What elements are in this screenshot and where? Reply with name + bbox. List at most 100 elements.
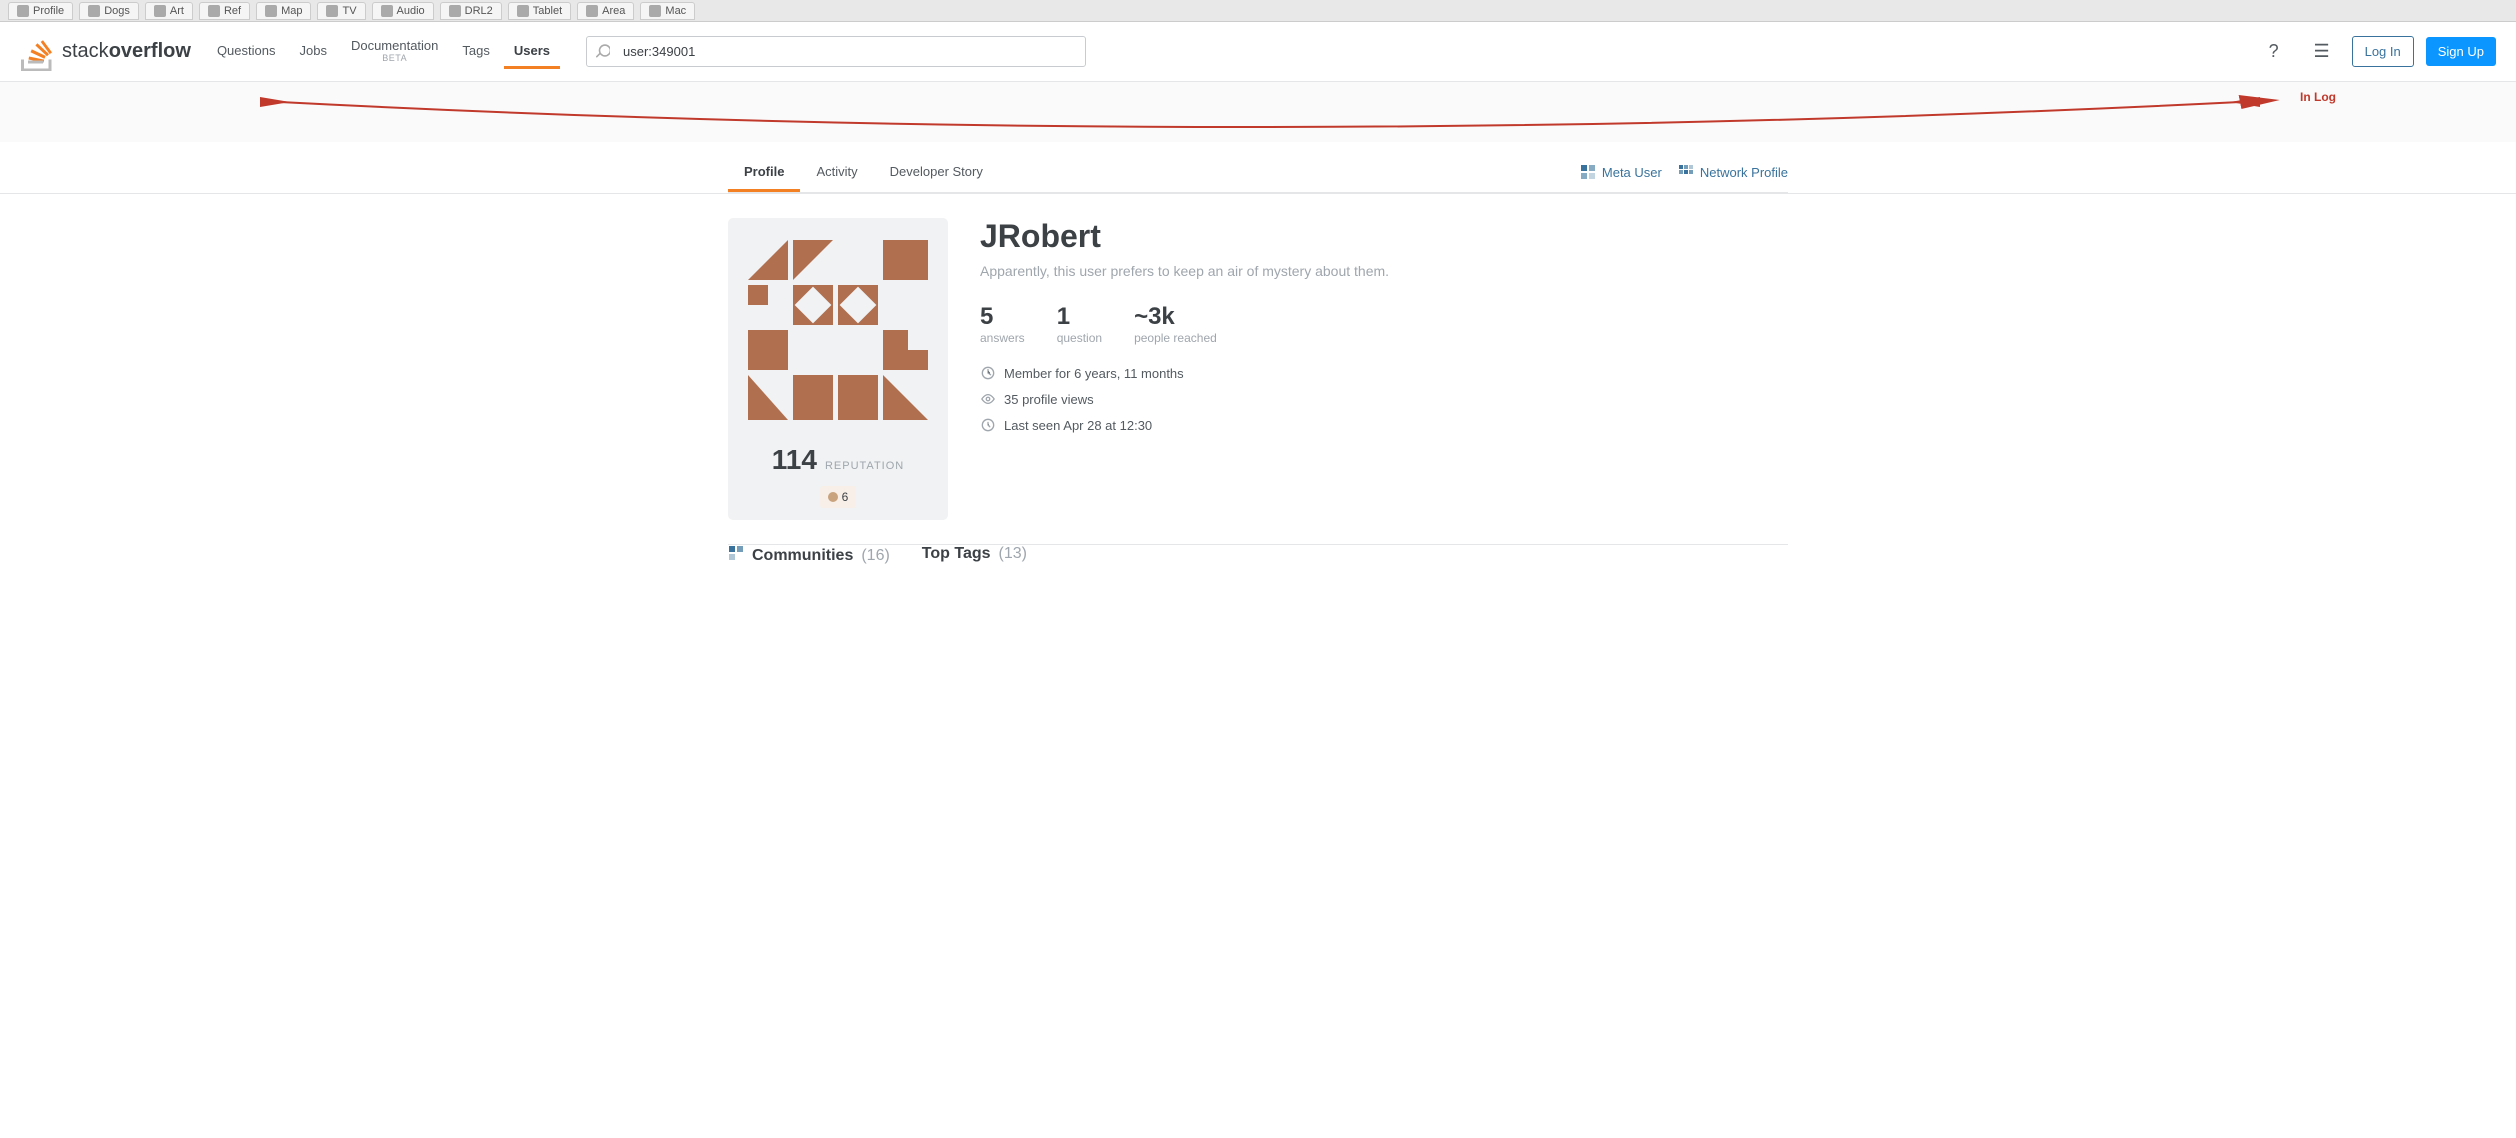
beta-badge: BETA bbox=[382, 53, 407, 63]
browser-tab-ref[interactable]: Ref bbox=[199, 2, 250, 20]
network-profile-icon bbox=[1678, 164, 1694, 180]
profile-main: JRobert Apparently, this user prefers to… bbox=[980, 218, 1788, 520]
communities-title: Communities (16) bbox=[728, 545, 890, 566]
member-since-text: Member for 6 years, 11 months bbox=[1004, 366, 1184, 381]
profile-body: 114 REPUTATION 6 JRobert Apparently, thi… bbox=[728, 194, 1788, 544]
tab-favicon bbox=[649, 5, 661, 17]
tab-favicon bbox=[326, 5, 338, 17]
log-in-button[interactable]: Log In bbox=[2352, 36, 2414, 67]
hamburger-menu-button[interactable]: ☰ bbox=[2304, 34, 2340, 70]
nav-actions: ? ☰ Log In Sign Up bbox=[2256, 34, 2496, 70]
tab-activity[interactable]: Activity bbox=[800, 152, 873, 192]
so-brand-logo[interactable]: stackoverflow bbox=[20, 33, 191, 71]
reputation-label: REPUTATION bbox=[825, 460, 904, 472]
browser-tab-profile[interactable]: Profile bbox=[8, 2, 73, 20]
clock-icon bbox=[980, 365, 996, 381]
people-reached-label: people reached bbox=[1134, 331, 1217, 345]
meta-info: Member for 6 years, 11 months 35 profile… bbox=[980, 365, 1788, 433]
question-mark-icon: ? bbox=[2269, 41, 2279, 62]
eye-icon bbox=[980, 391, 996, 407]
nav-tags[interactable]: Tags bbox=[452, 35, 499, 69]
tab-favicon bbox=[17, 5, 29, 17]
user-avatar bbox=[738, 230, 938, 430]
tab-favicon bbox=[265, 5, 277, 17]
tab-favicon bbox=[88, 5, 100, 17]
user-bio: Apparently, this user prefers to keep an… bbox=[980, 263, 1788, 279]
member-since-row: Member for 6 years, 11 months bbox=[980, 365, 1788, 381]
annotation-area: In Log bbox=[0, 82, 2516, 142]
stat-people-reached: ~3k people reached bbox=[1134, 303, 1217, 345]
profile-links-right: Meta User Network Profile bbox=[1580, 164, 1788, 180]
network-profile-link[interactable]: Network Profile bbox=[1678, 164, 1788, 180]
last-seen-text: Last seen Apr 28 at 12:30 bbox=[1004, 418, 1152, 433]
questions-number: 1 bbox=[1057, 303, 1070, 331]
nav-jobs[interactable]: Jobs bbox=[289, 35, 336, 69]
top-tags-section: Top Tags (13) bbox=[922, 545, 1027, 578]
communities-section: Communities (16) bbox=[728, 545, 890, 578]
tab-favicon bbox=[449, 5, 461, 17]
profile-views-row: 35 profile views bbox=[980, 391, 1788, 407]
profile-sidebar: 114 REPUTATION 6 bbox=[728, 218, 948, 520]
bronze-dot bbox=[828, 492, 838, 502]
so-logo-graphic bbox=[20, 33, 56, 71]
meta-user-link[interactable]: Meta User bbox=[1580, 164, 1662, 180]
stats-row: 5 answers 1 question ~3k people reached bbox=[980, 303, 1788, 345]
meta-user-label: Meta User bbox=[1602, 165, 1662, 180]
nav-users[interactable]: Users bbox=[504, 35, 560, 69]
communities-icon bbox=[728, 545, 744, 566]
network-profile-label: Network Profile bbox=[1700, 165, 1788, 180]
main-navbar: stackoverflow Questions Jobs Documentati… bbox=[0, 22, 2516, 82]
profile-views-text: 35 profile views bbox=[1004, 392, 1094, 407]
tab-favicon bbox=[381, 5, 393, 17]
profile-tabs-row: Profile Activity Developer Story Meta Us… bbox=[728, 142, 1788, 193]
history-icon bbox=[980, 417, 996, 433]
tab-favicon bbox=[586, 5, 598, 17]
tab-favicon bbox=[517, 5, 529, 17]
profile-tabs: Profile Activity Developer Story bbox=[728, 152, 999, 192]
search-input[interactable] bbox=[586, 36, 1086, 67]
bronze-count: 6 bbox=[842, 490, 849, 504]
nav-questions[interactable]: Questions bbox=[207, 35, 286, 69]
bottom-sections: Communities (16) Top Tags (13) bbox=[728, 545, 1788, 602]
browser-tab-bar: Profile Dogs Art Ref Map TV Audio DRL2 T… bbox=[0, 0, 2516, 22]
browser-tab-tablet[interactable]: Tablet bbox=[508, 2, 571, 20]
top-tags-title: Top Tags (13) bbox=[922, 545, 1027, 563]
people-reached-number: ~3k bbox=[1134, 303, 1175, 331]
communities-count: (16) bbox=[861, 547, 889, 565]
browser-tab-drl2[interactable]: DRL2 bbox=[440, 2, 502, 20]
help-button[interactable]: ? bbox=[2256, 34, 2292, 70]
browser-tab-map[interactable]: Map bbox=[256, 2, 311, 20]
avatar-card: 114 REPUTATION 6 bbox=[728, 218, 948, 520]
so-brand-text: stackoverflow bbox=[62, 40, 191, 63]
browser-tab-mac[interactable]: Mac bbox=[640, 2, 695, 20]
answers-label: answers bbox=[980, 331, 1025, 345]
browser-tab-audio[interactable]: Audio bbox=[372, 2, 434, 20]
browser-tab-art[interactable]: Art bbox=[145, 2, 193, 20]
tab-profile[interactable]: Profile bbox=[728, 152, 800, 192]
stat-answers: 5 answers bbox=[980, 303, 1025, 345]
browser-tab-area[interactable]: Area bbox=[577, 2, 634, 20]
nav-links: Questions Jobs Documentation BETA Tags U… bbox=[207, 30, 560, 74]
tab-favicon bbox=[154, 5, 166, 17]
last-seen-row: Last seen Apr 28 at 12:30 bbox=[980, 417, 1788, 433]
reputation-number: 114 bbox=[772, 444, 817, 476]
sign-up-button[interactable]: Sign Up bbox=[2426, 37, 2496, 66]
search-icon bbox=[596, 43, 610, 60]
nav-documentation[interactable]: Documentation BETA bbox=[341, 30, 448, 74]
stat-questions: 1 question bbox=[1057, 303, 1102, 345]
top-tags-count: (13) bbox=[999, 545, 1027, 563]
browser-tab-tv[interactable]: TV bbox=[317, 2, 365, 20]
reputation-row: 114 REPUTATION bbox=[772, 444, 904, 476]
meta-user-icon bbox=[1580, 164, 1596, 180]
tab-developer-story[interactable]: Developer Story bbox=[874, 152, 999, 192]
badge-row: 6 bbox=[820, 486, 857, 508]
hamburger-icon: ☰ bbox=[2314, 41, 2330, 62]
search-bar bbox=[586, 36, 1086, 67]
answers-number: 5 bbox=[980, 303, 993, 331]
browser-tab-dogs[interactable]: Dogs bbox=[79, 2, 139, 20]
bronze-badge: 6 bbox=[820, 486, 857, 508]
in-log-annotation: In Log bbox=[2300, 90, 2336, 104]
tab-favicon bbox=[208, 5, 220, 17]
questions-label: question bbox=[1057, 331, 1102, 345]
user-name: JRobert bbox=[980, 218, 1788, 255]
